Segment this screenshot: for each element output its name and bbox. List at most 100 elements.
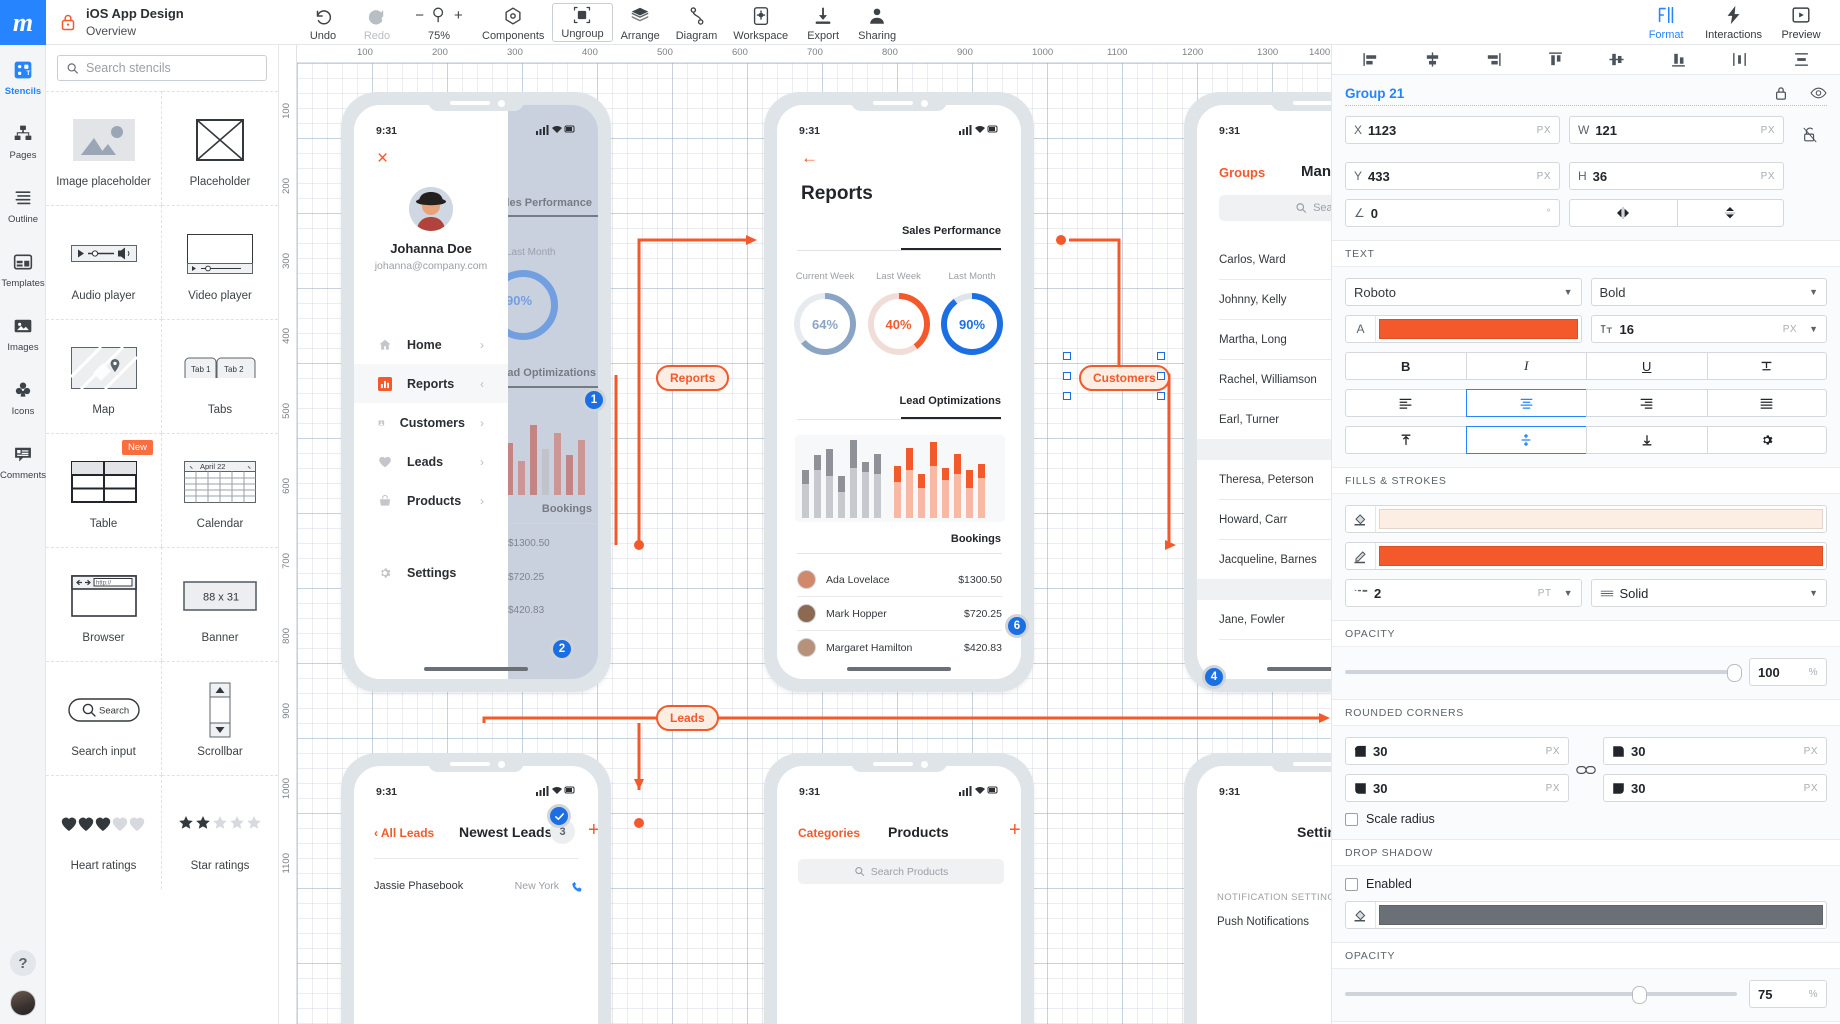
leads-add-button[interactable]: + (588, 819, 598, 841)
rail-item-pages[interactable]: Pages (0, 109, 46, 173)
shadow-enabled-row[interactable]: Enabled (1345, 877, 1827, 891)
link-icon[interactable] (1569, 764, 1603, 776)
y-field[interactable]: Y 433 PX (1345, 162, 1560, 190)
group-row[interactable]: Rachel, Williamson (1219, 360, 1331, 399)
distribute-h-icon[interactable] (1731, 51, 1748, 68)
tab-format[interactable]: Format (1633, 0, 1699, 44)
menu-item-leads[interactable]: Leads › (354, 442, 508, 481)
shadow-color-swatch[interactable] (1379, 905, 1823, 925)
stencil-item-scrollbar[interactable]: Scrollbar (162, 661, 278, 775)
document-title[interactable]: iOS App Design (86, 5, 184, 23)
group-row[interactable]: Theresa, Peterson (1219, 460, 1331, 499)
sharing-button[interactable]: Sharing (850, 0, 904, 45)
stencil-item-browser[interactable]: http:// Browser (46, 547, 162, 661)
text-align-center-button[interactable] (1465, 389, 1586, 417)
group-row[interactable]: Carlos, Ward (1219, 240, 1331, 279)
stencil-item-calendar[interactable]: April 22 Calendar (162, 433, 278, 547)
group-row[interactable]: Martha, Long (1219, 320, 1331, 359)
diagram-button[interactable]: Diagram (668, 0, 726, 45)
shadow-opacity-slider-knob[interactable] (1632, 986, 1647, 1004)
opacity-value-field[interactable]: 100 % (1749, 658, 1827, 686)
resize-handle-bl[interactable] (1063, 392, 1071, 400)
valign-middle-button[interactable] (1465, 426, 1586, 454)
fill-color-swatch[interactable] (1379, 509, 1823, 529)
stencil-item-video-player[interactable]: Video player (162, 205, 278, 319)
phone-icon[interactable] (571, 880, 584, 893)
leads-back-link[interactable]: ‹ All Leads (374, 826, 434, 840)
align-top-icon[interactable] (1547, 51, 1564, 68)
stroke-style-field[interactable]: Solid ▼ (1590, 579, 1827, 607)
w-field[interactable]: W 121 PX (1569, 116, 1784, 144)
valign-top-button[interactable] (1345, 426, 1466, 454)
step-dot-4[interactable]: 4 (1202, 665, 1226, 689)
flip-vertical-button[interactable] (1676, 199, 1784, 227)
tab-lead-optimizations[interactable]: Lead Optimizations (900, 395, 1001, 407)
menu-item-settings[interactable]: Settings (354, 553, 508, 592)
align-bottom-icon[interactable] (1670, 51, 1687, 68)
tab-sales-performance[interactable]: Sales Performance (902, 225, 1001, 237)
scale-radius-checkbox[interactable] (1345, 812, 1358, 826)
phone-products-screen[interactable]: 9:31 Categories Products + Search Produc… (764, 753, 1034, 1024)
stencil-item-table[interactable]: New Table (46, 433, 162, 547)
angle-field[interactable]: ∠ 0 ° (1345, 199, 1560, 227)
rail-item-templates[interactable]: Templates (0, 237, 46, 301)
opacity-slider-knob[interactable] (1727, 664, 1742, 682)
step-dot-6[interactable]: 6 (1005, 614, 1029, 638)
stencil-item-audio-player[interactable]: Audio player (46, 205, 162, 319)
shadow-opacity-value-field[interactable]: 75 % (1749, 980, 1827, 1008)
h-field[interactable]: H 36 PX (1569, 162, 1784, 190)
flow-label-leads[interactable]: Leads (656, 705, 719, 731)
phone-settings-screen[interactable]: 9:31 Settings NOTIFICATION SETTINGS Push… (1184, 753, 1331, 1024)
align-middle-v-icon[interactable] (1608, 51, 1625, 68)
stencil-item-placeholder[interactable]: Placeholder (162, 91, 278, 205)
shadow-opacity-slider[interactable] (1345, 986, 1737, 1004)
components-button[interactable]: Components (474, 0, 552, 45)
resize-handle-br[interactable] (1157, 392, 1165, 400)
products-add-button[interactable]: + (1009, 819, 1021, 841)
align-left-icon[interactable] (1362, 51, 1379, 68)
magnifier-icon[interactable] (429, 4, 449, 26)
export-button[interactable]: Export (796, 0, 850, 45)
phone-reports-screen[interactable]: 9:31 ← Reports Sales Performance Current… (764, 92, 1034, 692)
stencil-item-heart-ratings[interactable]: Heart ratings (46, 775, 162, 889)
ungroup-button[interactable]: Ungroup (552, 3, 613, 42)
zoom-in-button[interactable]: + (454, 7, 463, 24)
phone-leads-screen[interactable]: 9:31 ‹ All Leads Newest Leads 3 + Jassie… (341, 753, 611, 1024)
app-logo[interactable]: m (0, 0, 46, 45)
stencil-item-star-ratings[interactable]: Star ratings (162, 775, 278, 889)
text-color-swatch[interactable] (1379, 319, 1578, 339)
rail-item-icons[interactable]: Icons (0, 365, 46, 429)
text-align-left-button[interactable] (1345, 389, 1466, 417)
distribute-v-icon[interactable] (1793, 51, 1810, 68)
zoom-out-button[interactable]: − (415, 7, 424, 24)
tab-preview[interactable]: Preview (1768, 0, 1834, 44)
avatar[interactable] (10, 990, 36, 1016)
lead-row[interactable]: Jassie Phasebook New York (374, 868, 584, 904)
group-row[interactable]: Howard, Carr (1219, 500, 1331, 539)
booking-row[interactable]: Mark Hopper $720.25 (797, 597, 1002, 630)
document-subtitle[interactable]: Overview (86, 23, 184, 39)
flow-label-reports[interactable]: Reports (656, 365, 730, 391)
back-arrow-icon[interactable]: ← (801, 149, 818, 166)
stencil-item-image-placeholder[interactable]: Image placeholder (46, 91, 162, 205)
corner-br-field[interactable]: 30 PX (1603, 774, 1827, 802)
resize-handle-ml[interactable] (1063, 372, 1071, 380)
zoom-level-label[interactable]: 75% (428, 30, 450, 42)
lock-icon[interactable] (1774, 85, 1788, 101)
rail-item-comments[interactable]: Comments (0, 429, 46, 493)
stroke-color-swatch[interactable] (1379, 546, 1823, 566)
close-icon[interactable]: × (377, 149, 388, 168)
phone-groups-screen[interactable]: 9:31 Groups Manage Groups Search Carlos,… (1184, 92, 1331, 692)
groups-search-input[interactable]: Search (1219, 195, 1331, 221)
workspace-button[interactable]: Workspace (725, 0, 796, 45)
opacity-slider[interactable] (1345, 664, 1742, 682)
resize-handle-tr[interactable] (1157, 352, 1165, 360)
group-row[interactable]: Jacqueline, Barnes (1219, 540, 1331, 579)
lock-icon[interactable] (60, 13, 76, 31)
stencil-item-tabs[interactable]: Tab 1 Tab 2 Tabs (162, 319, 278, 433)
products-search-input[interactable]: Search Products (798, 859, 1004, 884)
rail-item-outline[interactable]: Outline (0, 173, 46, 237)
eye-icon[interactable] (1810, 86, 1827, 100)
chevron-down-icon[interactable]: ▼ (1564, 588, 1573, 598)
rail-item-stencils[interactable]: T Stencils (0, 45, 46, 109)
